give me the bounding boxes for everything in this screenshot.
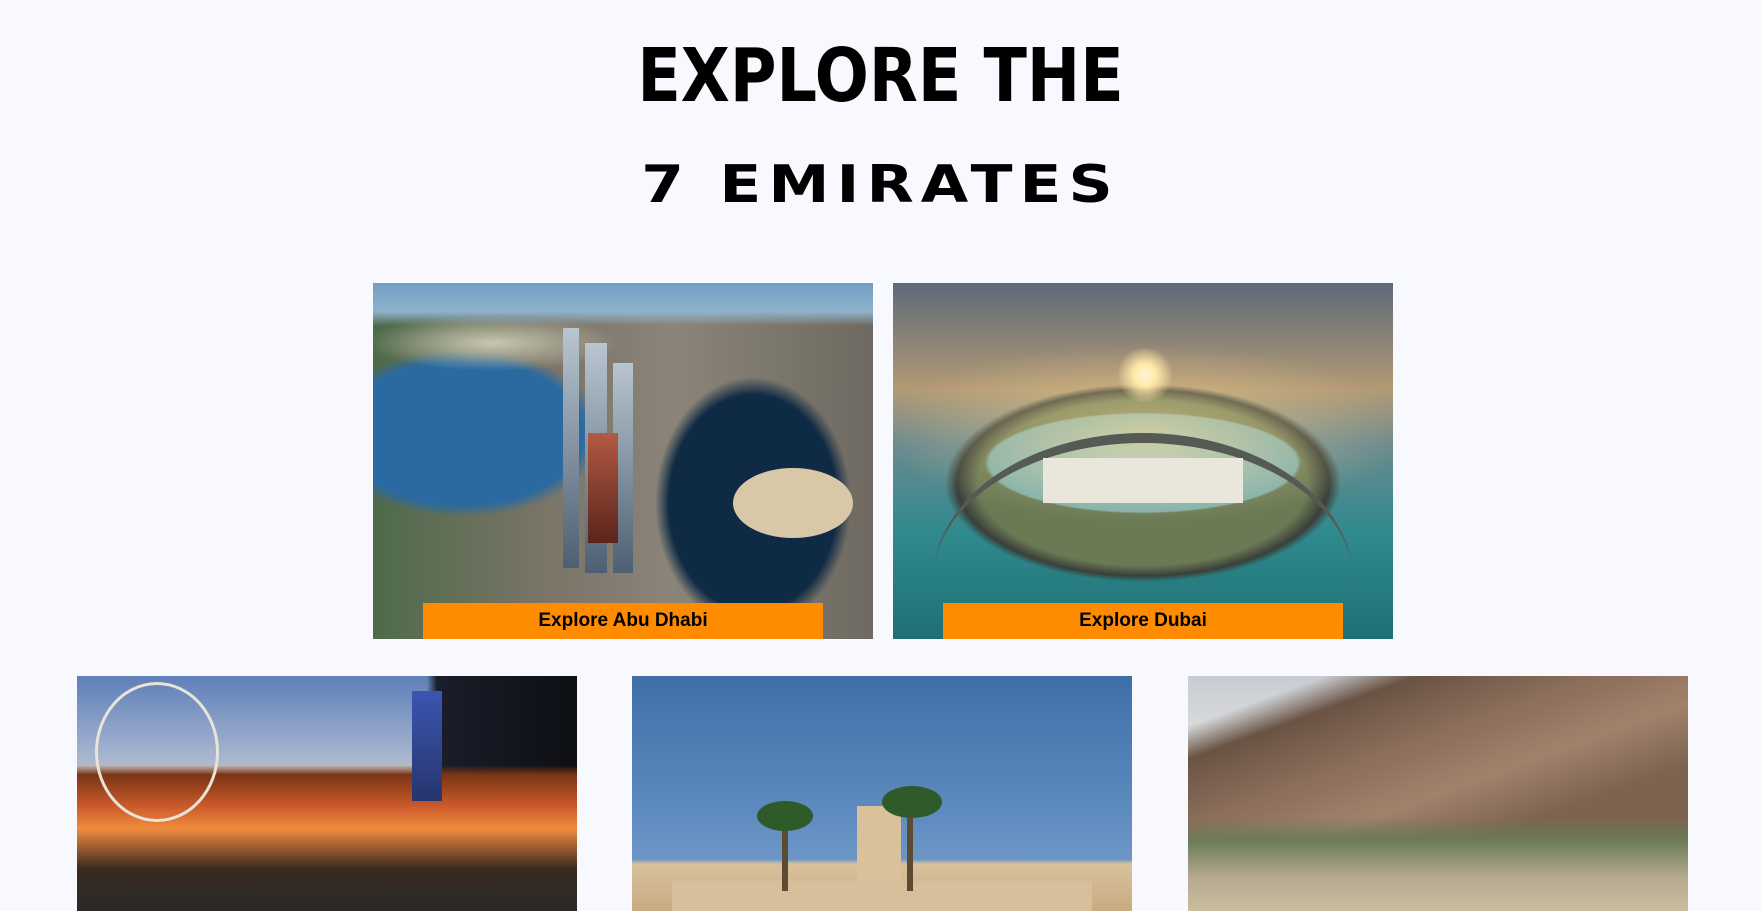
- page-title-line2: 7 EMIRATES: [641, 155, 1120, 215]
- island-shape: [733, 468, 853, 538]
- explore-abu-dhabi-button[interactable]: Explore Abu Dhabi: [423, 603, 823, 639]
- palm-leaves-shape: [757, 801, 813, 831]
- dubai-image: [893, 283, 1393, 639]
- palace-shape: [1043, 458, 1243, 503]
- card-abu-dhabi[interactable]: Explore Abu Dhabi: [373, 283, 873, 639]
- card-fujairah[interactable]: [1188, 676, 1688, 911]
- skyscraper-shape: [563, 328, 579, 568]
- tower-shape: [412, 691, 442, 801]
- abu-dhabi-image: [373, 283, 873, 639]
- ferris-wheel-shape: [95, 682, 219, 822]
- mountains-image: [1188, 676, 1688, 911]
- page-title-line1: EXPLORE THE: [637, 33, 1124, 119]
- card-sharjah[interactable]: [77, 676, 577, 911]
- explore-dubai-button[interactable]: Explore Dubai: [943, 603, 1343, 639]
- card-dubai[interactable]: Explore Dubai: [893, 283, 1393, 639]
- card-umm-al-quwain[interactable]: [632, 676, 1132, 911]
- fort-wall-shape: [672, 881, 1092, 911]
- fort-image: [632, 676, 1132, 911]
- skyscraper-shape: [588, 433, 618, 543]
- palm-leaves-shape: [882, 786, 942, 818]
- sharjah-image: [77, 676, 577, 911]
